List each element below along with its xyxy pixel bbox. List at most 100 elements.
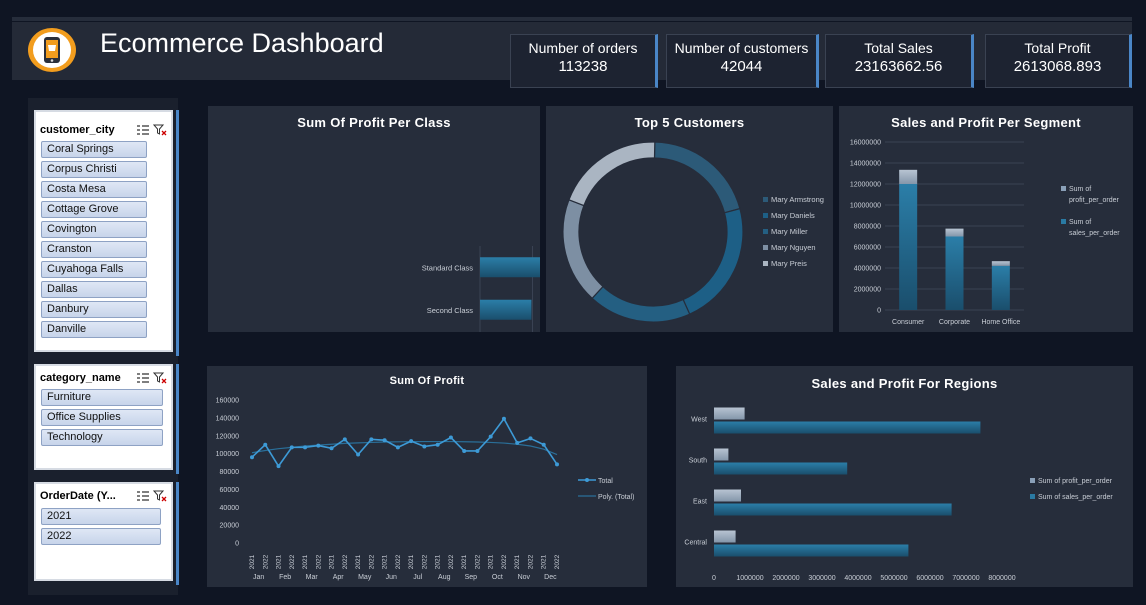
bar-profit: [991, 261, 1010, 266]
slicer-item[interactable]: Office Supplies: [41, 409, 163, 426]
y-tick-label: 100000: [216, 451, 239, 458]
bar-profit: [899, 169, 918, 184]
kpi-value: 42044: [720, 58, 763, 75]
y-tick-label: 140000: [216, 415, 239, 422]
x-tick-year: 2021: [514, 554, 521, 569]
x-tick-year: 2022: [527, 554, 534, 569]
y-tick-label: Second Class: [427, 306, 474, 315]
x-tick-month: Jul: [413, 574, 422, 581]
slicer-category-frame: category_name Furniture Office Supplies …: [34, 364, 179, 474]
x-tick-label: 4000000: [844, 575, 871, 582]
clear-filter-icon[interactable]: [153, 372, 167, 384]
donut-slice: [682, 207, 744, 315]
slicer-item[interactable]: 2022: [41, 528, 161, 545]
x-tick-year: 2022: [262, 554, 269, 569]
slicer-item-list: Coral Springs Corpus Christi Costa Mesa …: [36, 141, 171, 338]
data-point: [342, 437, 347, 442]
slicer-item-list: Furniture Office Supplies Technology: [36, 389, 171, 446]
x-tick-year: 2021: [355, 554, 362, 569]
y-tick-label: South: [689, 458, 707, 465]
slicer-item[interactable]: Dallas: [41, 281, 147, 298]
data-point: [501, 416, 506, 421]
x-tick-label: 0: [712, 575, 716, 582]
legend-swatch: [763, 197, 768, 202]
x-tick-year: 2022: [315, 554, 322, 569]
y-tick-label: 4000000: [854, 266, 881, 273]
x-tick-month: Nov: [518, 574, 531, 581]
x-tick-month: Apr: [333, 574, 345, 581]
x-tick-label: 1000000: [736, 575, 763, 582]
x-tick-year: 2021: [435, 554, 442, 569]
data-point: [462, 448, 467, 453]
legend-label: Sum of profit_per_order: [1038, 478, 1113, 485]
data-point: [488, 434, 493, 439]
x-tick-label: Corporate: [939, 319, 970, 326]
y-tick-label: 0: [235, 541, 239, 548]
slicer-item[interactable]: 2021: [41, 508, 161, 525]
data-point: [329, 446, 334, 451]
bar: [480, 299, 532, 320]
data-point: [263, 442, 268, 447]
x-tick-label: 3000000: [808, 575, 835, 582]
bar-profit: [714, 489, 741, 502]
x-tick-month: Aug: [438, 574, 451, 581]
slicer-item[interactable]: Corpus Christi: [41, 161, 147, 178]
y-tick-label: Standard Class: [422, 263, 474, 272]
x-tick-label: 8000000: [988, 575, 1015, 582]
clear-filter-icon[interactable]: [153, 490, 167, 502]
slicer-item[interactable]: Technology: [41, 429, 163, 446]
x-tick-label: Home Office: [981, 319, 1020, 326]
multi-select-icon[interactable]: [136, 372, 150, 384]
chart-top-customers: Top 5 Customers Mary Armstrong Mary Danie…: [546, 106, 833, 332]
data-point: [316, 443, 321, 448]
data-point: [435, 442, 440, 447]
slicer-item[interactable]: Coral Springs: [41, 141, 147, 158]
bar-profit: [945, 228, 964, 237]
legend-label: profit_per_order: [1069, 197, 1119, 204]
header-top-strip: [12, 17, 1132, 21]
data-point: [475, 448, 480, 453]
slicer-orderdate-frame: OrderDate (Y... 2021 2022: [34, 482, 179, 585]
slicer-category-name: category_name Furniture Office Supplies …: [34, 364, 173, 470]
kpi-label: Total Profit: [1024, 40, 1091, 56]
kpi-total-sales: Total Sales 23163662.56: [825, 34, 974, 88]
multi-select-icon[interactable]: [136, 124, 150, 136]
data-point: [515, 440, 520, 445]
legend-label: Sum of sales_per_order: [1038, 494, 1113, 501]
x-tick-year: 2022: [501, 554, 508, 569]
x-tick-year: 2022: [421, 554, 428, 569]
y-tick-label: Central: [684, 540, 707, 547]
x-tick-label: Consumer: [892, 319, 925, 326]
page-title: Ecommerce Dashboard: [100, 28, 384, 58]
multi-select-icon[interactable]: [136, 490, 150, 502]
data-point: [422, 444, 427, 449]
x-tick-month: Jun: [386, 574, 397, 581]
x-tick-year: 2021: [276, 554, 283, 569]
slicer-item[interactable]: Danbury: [41, 301, 147, 318]
kpi-label: Total Sales: [864, 40, 933, 56]
chart-sales-profit-segment: Sales and Profit Per Segment 0 2000000 400…: [839, 106, 1133, 332]
bar-profit: [714, 530, 736, 543]
legend-swatch: [763, 213, 768, 218]
clear-filter-icon[interactable]: [153, 124, 167, 136]
data-point: [250, 455, 254, 460]
slicer-item[interactable]: Cottage Grove: [41, 201, 147, 218]
bar-sales: [991, 265, 1010, 310]
chart-profit-per-class: Sum Of Profit Per Class 0500000100000015…: [208, 106, 540, 332]
slicer-item[interactable]: Cuyahoga Falls: [41, 261, 147, 278]
bar-profit: [714, 407, 745, 420]
slicer-customer-city: customer_city Coral Springs Corpus Chris…: [34, 110, 173, 352]
x-tick-year: 2022: [448, 554, 455, 569]
data-point: [555, 462, 559, 467]
legend-label: Mary Miller: [771, 227, 808, 236]
donut-slice: [568, 141, 656, 207]
slicer-item[interactable]: Cranston: [41, 241, 147, 258]
slicer-item-list: 2021 2022: [36, 508, 171, 545]
data-point: [448, 435, 453, 440]
data-point: [528, 436, 533, 441]
slicer-item[interactable]: Furniture: [41, 389, 163, 406]
x-tick-label: 6000000: [916, 575, 943, 582]
slicer-item[interactable]: Danville: [41, 321, 147, 338]
slicer-item[interactable]: Covington: [41, 221, 147, 238]
slicer-item[interactable]: Costa Mesa: [41, 181, 147, 198]
